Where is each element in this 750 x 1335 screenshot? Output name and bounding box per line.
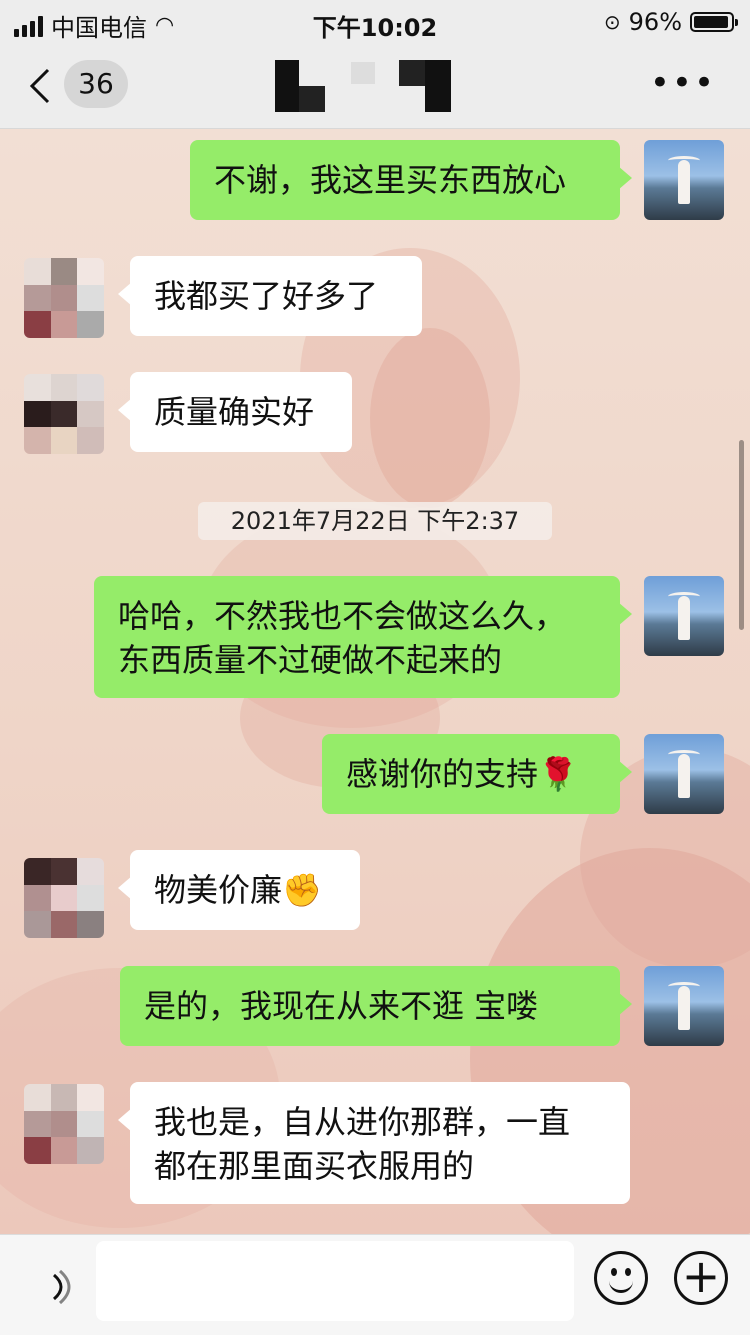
chevron-left-icon[interactable] (28, 66, 68, 106)
plus-icon[interactable]: + (674, 1251, 728, 1305)
voice-icon[interactable] (46, 1267, 82, 1307)
ellipsis-icon[interactable]: ••• (650, 66, 716, 100)
message-bubble[interactable]: 我都买了好多了 (118, 256, 422, 336)
contact-avatar[interactable] (24, 1084, 104, 1164)
my-avatar[interactable] (644, 734, 724, 814)
nav-bar: 36 ••• (0, 44, 750, 129)
input-bar: + (0, 1234, 750, 1335)
my-avatar[interactable] (644, 576, 724, 656)
orientation-lock-icon: ⊙ (603, 10, 621, 34)
contact-avatar[interactable] (24, 858, 104, 938)
battery-group: ⊙ 96% (603, 8, 738, 36)
contact-avatar[interactable] (24, 258, 104, 338)
message-bubble[interactable]: 感谢你的支持🌹 (322, 734, 632, 814)
contact-avatar[interactable] (24, 374, 104, 454)
message-bubble[interactable]: 物美价廉✊ (118, 850, 360, 930)
message-input[interactable] (96, 1241, 574, 1321)
battery-icon (690, 12, 738, 32)
chat-title (275, 60, 455, 112)
message-bubble[interactable]: 哈哈，不然我也不会做这么久， 东西质量不过硬做不起来的 (94, 576, 632, 698)
my-avatar[interactable] (644, 140, 724, 220)
emoji-icon[interactable] (594, 1251, 648, 1305)
my-avatar[interactable] (644, 966, 724, 1046)
battery-percent: 96% (628, 8, 682, 36)
message-bubble[interactable]: 是的，我现在从来不逛 宝喽 (120, 966, 632, 1046)
message-bubble[interactable]: 我也是，自从进你那群，一直 都在那里面买衣服用的 (118, 1082, 630, 1204)
message-bubble[interactable]: 质量确实好 (118, 372, 352, 452)
status-bar: 中国电信 ◠ 下午10:02 ⊙ 96% (0, 0, 750, 44)
unread-count-badge[interactable]: 36 (64, 60, 128, 108)
timestamp: 2021年7月22日 下午2:37 (198, 502, 552, 540)
scrollbar[interactable] (739, 440, 744, 630)
message-bubble[interactable]: 不谢，我这里买东西放心 (190, 140, 632, 220)
